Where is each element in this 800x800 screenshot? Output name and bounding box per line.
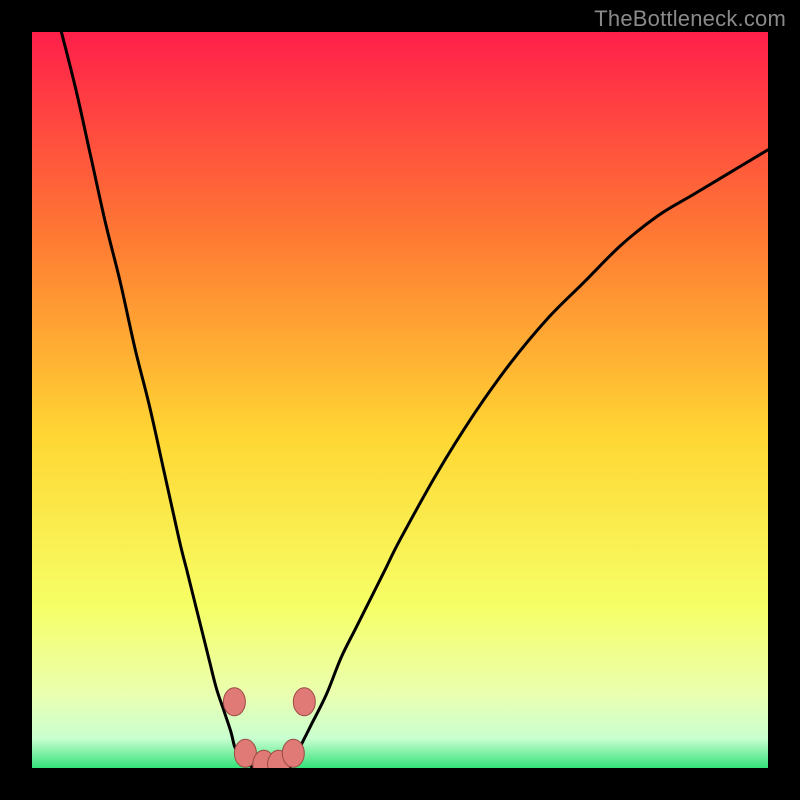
- watermark-text: TheBottleneck.com: [594, 6, 786, 32]
- bead-marker: [223, 688, 245, 716]
- plot-frame: [32, 32, 768, 768]
- bead-marker: [293, 688, 315, 716]
- gradient-background: [32, 32, 768, 768]
- bead-marker: [282, 739, 304, 767]
- plot-svg: [32, 32, 768, 768]
